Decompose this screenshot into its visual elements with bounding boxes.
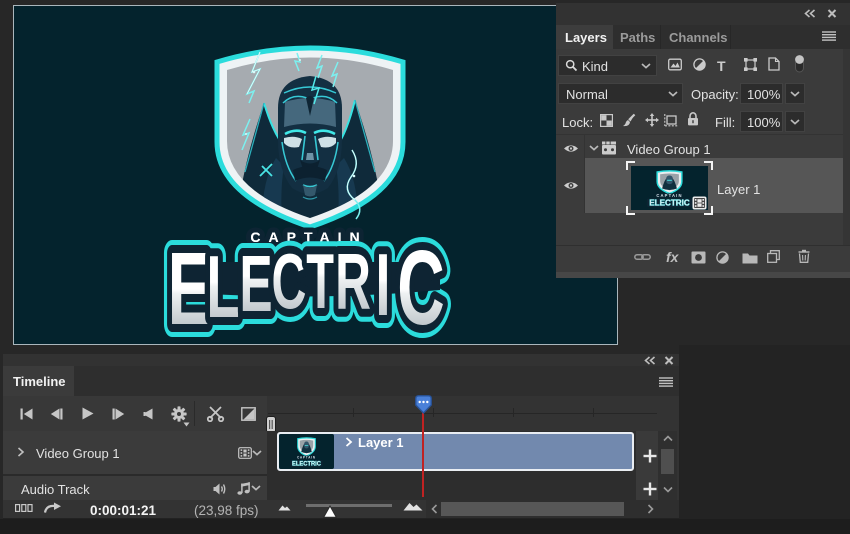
svg-text:I: I xyxy=(375,236,390,335)
svg-text:C: C xyxy=(397,228,444,344)
svg-text:R: R xyxy=(335,238,371,327)
svg-text:C: C xyxy=(272,237,307,325)
svg-text:E: E xyxy=(239,240,272,329)
svg-text:E: E xyxy=(168,231,211,344)
svg-text:T: T xyxy=(306,237,336,325)
svg-text:L: L xyxy=(206,238,239,337)
